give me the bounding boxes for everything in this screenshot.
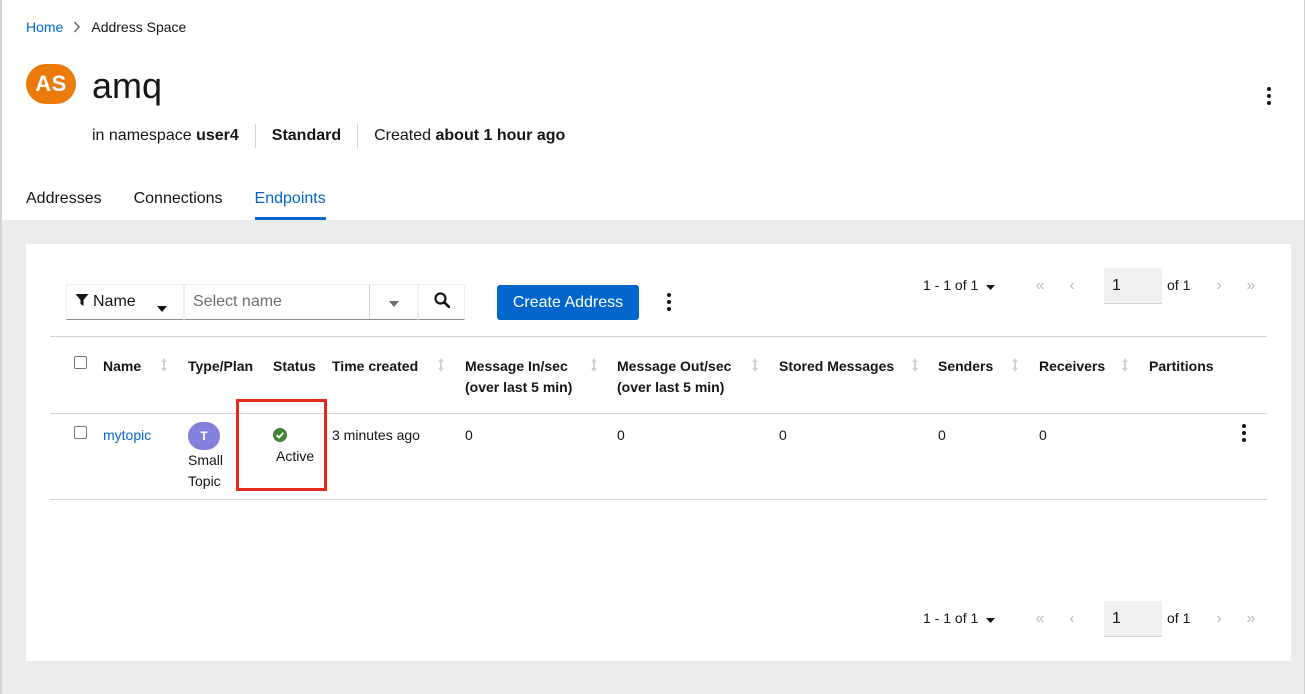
column-header-type-plan: Type/Plan (188, 358, 254, 374)
sort-icon[interactable] (910, 357, 920, 373)
next-page-icon[interactable]: › (1207, 601, 1231, 637)
page-total: of 1 (1167, 277, 1191, 293)
created-value: about 1 hour ago (435, 127, 566, 144)
tab-addresses[interactable]: Addresses (26, 186, 102, 220)
row-select-checkbox[interactable] (74, 426, 87, 439)
caret-down-icon (157, 299, 167, 317)
previous-page-icon[interactable]: ‹ (1060, 601, 1084, 637)
column-header-stored-messages[interactable]: Stored Messages (779, 356, 894, 377)
created-info: Created about 1 hour ago (374, 124, 565, 148)
chevron-right-icon (63, 21, 91, 33)
name-select-toggle[interactable] (369, 285, 417, 319)
page-title: amq (92, 65, 163, 106)
pagination-bottom: 1 - 1 of 1 « ‹ of 1 › » (923, 601, 1263, 637)
message-in-cell: 0 (465, 427, 473, 443)
column-header-name[interactable]: Name (103, 356, 141, 377)
senders-cell: 0 (938, 427, 946, 443)
address-name-link[interactable]: mytopic (103, 425, 151, 446)
time-created-cell: 3 minutes ago (332, 427, 420, 443)
next-page-icon[interactable]: › (1207, 268, 1231, 304)
sort-icon[interactable] (1010, 357, 1020, 373)
namespace-info: in namespace user4 (92, 124, 239, 148)
column-header-message-in-line2: (over last 5 min) (465, 379, 573, 395)
select-all-checkbox[interactable] (74, 356, 87, 369)
breadcrumb: Home Address Space (26, 17, 186, 37)
stored-messages-cell: 0 (779, 427, 787, 443)
caret-down-icon (986, 610, 996, 626)
filter-attribute-label: Name (93, 293, 136, 310)
plan-line2: Topic (188, 473, 221, 489)
namespace-prefix: in namespace (92, 127, 192, 144)
pagination-range-toggle[interactable]: 1 - 1 of 1 (923, 610, 996, 626)
search-icon (433, 292, 450, 312)
breadcrumb-home-link[interactable]: Home (26, 19, 63, 35)
status-highlight-box (236, 399, 327, 491)
sort-icon[interactable] (159, 357, 169, 373)
page-number-input[interactable] (1104, 268, 1162, 304)
search-input[interactable] (185, 293, 369, 311)
column-header-status: Status (273, 358, 316, 374)
sort-icon[interactable] (750, 357, 760, 373)
column-header-time-created[interactable]: Time created (332, 356, 418, 377)
first-page-icon[interactable]: « (1028, 601, 1052, 637)
namespace-value: user4 (196, 127, 239, 144)
column-header-senders[interactable]: Senders (938, 356, 993, 377)
create-address-button[interactable]: Create Address (497, 285, 639, 320)
pagination-range: 1 - 1 of 1 (923, 277, 979, 293)
sort-icon[interactable] (589, 357, 599, 373)
type-info: Standard (272, 124, 341, 148)
sort-icon[interactable] (1120, 357, 1130, 373)
column-header-message-out[interactable]: Message Out/sec (over last 5 min) (617, 356, 731, 398)
column-header-message-out-line1: Message Out/sec (617, 358, 732, 374)
search-button[interactable] (418, 284, 465, 320)
filter-attribute-select[interactable]: Name (66, 284, 184, 320)
column-header-receivers[interactable]: Receivers (1039, 356, 1105, 377)
address-space-type: Standard (271, 127, 342, 144)
column-header-message-in-line1: Message In/sec (465, 358, 568, 374)
last-page-icon[interactable]: » (1239, 601, 1263, 637)
message-out-cell: 0 (617, 427, 625, 443)
breadcrumb-current: Address Space (91, 19, 187, 35)
pagination-range-toggle[interactable]: 1 - 1 of 1 (923, 277, 996, 293)
caret-down-icon (388, 294, 399, 311)
created-prefix: Created (374, 127, 432, 144)
pagination-top: 1 - 1 of 1 « ‹ of 1 › » (923, 268, 1263, 304)
column-header-message-out-line2: (over last 5 min) (617, 379, 725, 395)
receivers-cell: 0 (1039, 427, 1047, 443)
pagination-range: 1 - 1 of 1 (923, 610, 979, 626)
name-select (184, 284, 418, 320)
row-kebab-menu-icon[interactable] (1234, 423, 1254, 443)
last-page-icon[interactable]: » (1239, 268, 1263, 304)
column-header-partitions: Partitions (1149, 358, 1214, 374)
toolbar-kebab-menu-icon[interactable] (659, 292, 679, 312)
tab-endpoints[interactable]: Endpoints (254, 186, 326, 220)
tab-bar: Addresses Connections Endpoints (26, 186, 358, 220)
address-space-avatar: AS (26, 64, 76, 104)
meta-divider (254, 124, 256, 148)
filter-icon (75, 293, 89, 312)
previous-page-icon[interactable]: ‹ (1060, 268, 1084, 304)
table-top-divider (50, 336, 1267, 337)
caret-down-icon (986, 277, 996, 293)
address-space-meta: in namespace user4 Standard Created abou… (92, 124, 565, 148)
sort-icon[interactable] (436, 357, 446, 373)
plan-line1: Small (188, 452, 224, 468)
type-avatar: T (188, 422, 220, 450)
tab-connections[interactable]: Connections (134, 186, 223, 220)
page-total: of 1 (1167, 610, 1191, 626)
page-number-input[interactable] (1104, 601, 1162, 637)
header-kebab-menu-icon[interactable] (1259, 86, 1279, 106)
column-header-message-in[interactable]: Message In/sec (over last 5 min) (465, 356, 572, 398)
first-page-icon[interactable]: « (1028, 268, 1052, 304)
row-divider (50, 499, 1267, 500)
plan-label: Small Topic (188, 450, 223, 492)
header-row-divider (50, 413, 1267, 414)
meta-divider (357, 124, 359, 148)
